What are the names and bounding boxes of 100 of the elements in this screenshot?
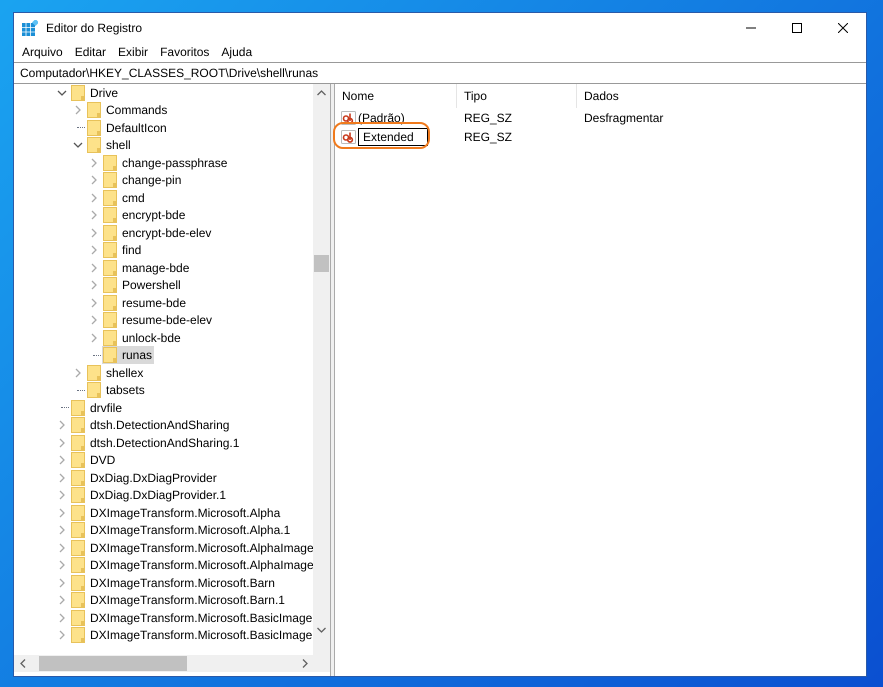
chevron-right-icon[interactable] [57, 612, 67, 623]
tree-item[interactable]: DXImageTransform.Microsoft.AlphaImage [70, 538, 313, 557]
scroll-up-icon[interactable] [317, 90, 326, 96]
folder-icon [71, 434, 85, 451]
menu-item[interactable]: Favoritos [154, 42, 216, 62]
horizontal-scrollbar[interactable] [14, 655, 330, 672]
tree-item[interactable]: dtsh.DetectionAndSharing [70, 416, 232, 434]
scrollbar-thumb[interactable] [39, 656, 187, 671]
tree-item[interactable]: DXImageTransform.Microsoft.Barn [70, 574, 277, 592]
folder-icon [87, 120, 101, 136]
chevron-right-icon[interactable] [89, 280, 99, 290]
tree-item[interactable]: change-pin [102, 171, 184, 190]
chevron-right-icon[interactable] [57, 578, 67, 588]
tree-item[interactable]: tabsets [86, 381, 147, 400]
address-field[interactable]: Computador\HKEY_CLASSES_ROOT\Drive\shell\runas [14, 62, 866, 84]
folder-icon [71, 400, 85, 416]
chevron-right-icon[interactable] [89, 228, 99, 238]
tree-item[interactable]: Powershell [102, 276, 183, 294]
app-icon [22, 20, 38, 36]
tree-item[interactable]: unlock-bde [102, 328, 183, 347]
tree-item[interactable]: DXImageTransform.Microsoft.Alpha [70, 504, 282, 522]
tree-item[interactable]: shell [86, 136, 133, 154]
tree-item[interactable]: change-passphrase [102, 154, 230, 172]
folder-icon [71, 452, 85, 468]
folder-icon [103, 242, 117, 258]
tree-item[interactable]: manage-bde [102, 258, 192, 277]
chevron-right-icon[interactable] [89, 192, 99, 203]
chevron-right-icon[interactable] [57, 525, 67, 536]
scroll-down-icon[interactable] [317, 627, 326, 633]
chevron-right-icon[interactable] [89, 210, 99, 220]
rename-field[interactable]: Extended [358, 128, 428, 146]
tree-item[interactable]: encrypt-bde-elev [102, 224, 214, 242]
chevron-right-icon[interactable] [89, 158, 99, 168]
tree-item[interactable]: DVD [70, 451, 118, 470]
folder-icon [103, 347, 117, 364]
chevron-right-icon[interactable] [57, 542, 67, 553]
column-header[interactable]: Nome [335, 84, 457, 108]
tree-item[interactable]: runas [102, 346, 154, 364]
chevron-right-icon[interactable] [57, 420, 67, 430]
tree-item[interactable]: Commands [86, 101, 170, 120]
string-value-icon [341, 130, 356, 144]
chevron-right-icon[interactable] [73, 105, 83, 116]
chevron-right-icon[interactable] [57, 560, 67, 570]
tree-item[interactable]: DXImageTransform.Microsoft.BasicImage [70, 608, 313, 627]
folder-icon [87, 102, 101, 118]
scrollbar-thumb[interactable] [314, 255, 329, 272]
tree-item[interactable]: DefaultIcon [86, 118, 169, 137]
tree-item[interactable]: DxDiag.DxDiagProvider [70, 468, 219, 487]
chevron-right-icon[interactable] [89, 245, 99, 256]
menu-item[interactable]: Ajuda [215, 42, 258, 62]
folder-icon [103, 224, 117, 241]
chevron-right-icon[interactable] [89, 175, 99, 186]
chevron-right-icon[interactable] [57, 472, 67, 483]
chevron-right-icon[interactable] [89, 332, 99, 343]
tree-item[interactable]: DXImageTransform.Microsoft.BasicImage. [70, 626, 313, 644]
tree-item[interactable]: DxDiag.DxDiagProvider.1 [70, 486, 228, 504]
tree-item[interactable]: encrypt-bde [102, 206, 188, 224]
folder-icon [103, 154, 117, 171]
folder-icon [71, 84, 85, 101]
window-title: Editor do Registro [46, 20, 142, 36]
tree-item[interactable]: dtsh.DetectionAndSharing.1 [70, 434, 242, 452]
chevron-right-icon[interactable] [57, 490, 67, 500]
value-type: REG_SZ [463, 128, 514, 146]
chevron-right-icon[interactable] [57, 455, 67, 466]
folder-icon [103, 190, 117, 206]
folder-icon [71, 610, 85, 626]
tree-item[interactable]: DXImageTransform.Microsoft.Barn.1 [70, 591, 287, 610]
tree-item[interactable]: find [102, 241, 144, 260]
tree-item[interactable]: shellex [86, 364, 146, 382]
menu-item[interactable]: Exibir [112, 42, 154, 62]
tree-item[interactable]: cmd [102, 188, 147, 207]
chevron-right-icon[interactable] [57, 595, 67, 606]
vertical-scrollbar[interactable] [313, 84, 330, 655]
column-header[interactable]: Tipo [457, 84, 577, 108]
chevron-right-icon[interactable] [89, 315, 99, 326]
value-data: Desfragmentar [583, 110, 664, 126]
chevron-right-icon[interactable] [57, 630, 67, 640]
menu-item[interactable]: Editar [68, 42, 112, 62]
tree-item[interactable]: DXImageTransform.Microsoft.Alpha.1 [70, 521, 292, 540]
folder-icon [103, 312, 117, 328]
folder-icon [71, 574, 85, 591]
folder-icon [103, 207, 117, 224]
chevron-right-icon[interactable] [57, 508, 67, 518]
tree-item[interactable]: drvfile [70, 398, 124, 417]
tree-item[interactable]: DXImageTransform.Microsoft.AlphaImage [70, 556, 313, 574]
tree-item[interactable]: resume-bde [102, 294, 188, 312]
chevron-right-icon[interactable] [73, 368, 83, 378]
chevron-right-icon[interactable] [89, 298, 99, 308]
scroll-right-icon[interactable] [302, 659, 308, 668]
column-header[interactable]: Dados [577, 84, 866, 108]
chevron-down-icon[interactable] [73, 140, 83, 150]
chevron-right-icon[interactable] [57, 438, 67, 448]
folder-icon [87, 382, 101, 398]
menu-item[interactable]: Arquivo [16, 42, 69, 62]
tree-item[interactable]: Drive [70, 84, 120, 102]
tree-item[interactable]: resume-bde-elev [102, 311, 214, 330]
chevron-right-icon[interactable] [89, 262, 99, 273]
chevron-down-icon[interactable] [57, 88, 67, 98]
folder-icon [103, 260, 117, 276]
scroll-left-icon[interactable] [20, 659, 26, 668]
